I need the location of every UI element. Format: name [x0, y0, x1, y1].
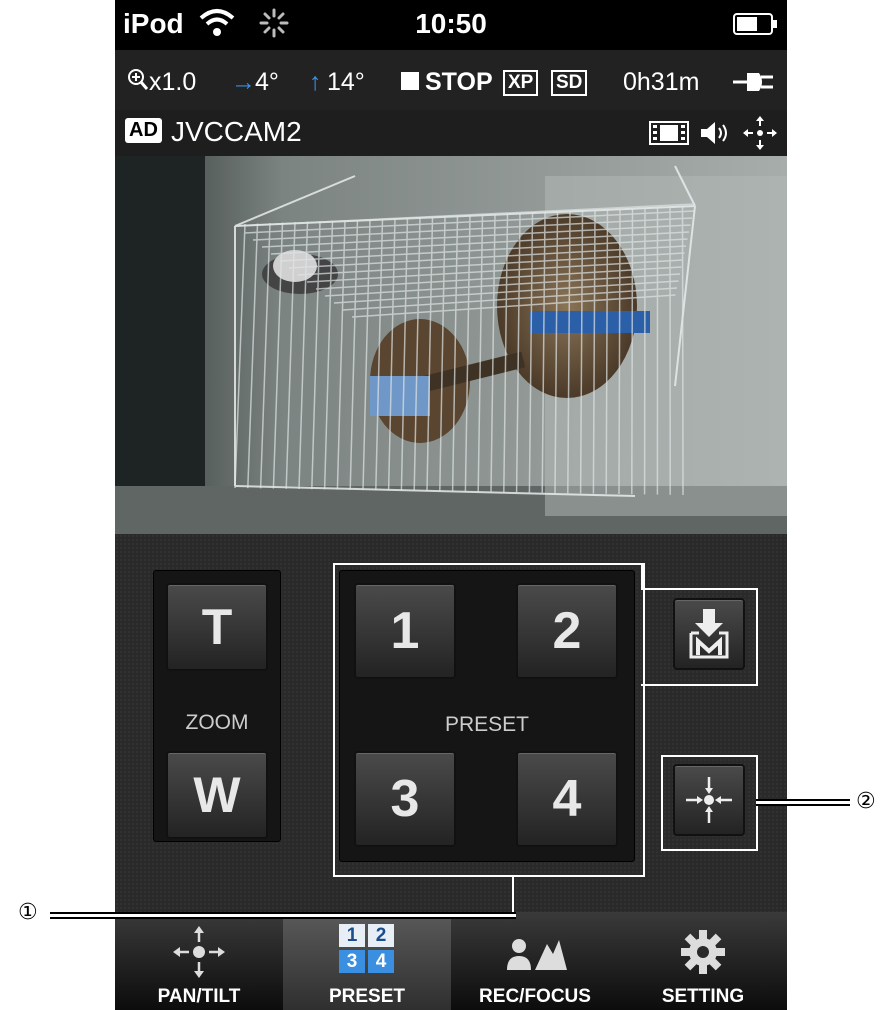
outline-connector	[641, 563, 643, 590]
pan-value: 4°	[255, 68, 279, 96]
tilt-arrow-icon: ↑	[309, 68, 322, 96]
speaker-icon[interactable]	[699, 120, 733, 151]
camera-info-bar: x1.0 → 4° ↑ 14° STOP XP SD 0h31m	[115, 50, 787, 110]
ac-power-icon	[733, 70, 777, 101]
zoom-panel: T ZOOM W	[153, 570, 281, 842]
camera-video-feed[interactable]	[115, 156, 787, 534]
pan-tilt-arrows-icon[interactable]	[743, 116, 777, 155]
preset-group-outline	[333, 563, 645, 877]
tilt-value: 14°	[327, 68, 365, 96]
tab-preset-label: PRESET	[328, 986, 406, 1007]
zoom-label: ZOOM	[185, 711, 249, 734]
preset-grid-icon: 1 2 3 4	[339, 924, 395, 974]
remaining-time: 0h31m	[623, 68, 700, 96]
xp-mode-badge: XP	[503, 70, 539, 96]
pan-arrow-icon: →	[231, 68, 256, 96]
home-button-outline	[661, 755, 758, 851]
pan-tilt-icon	[173, 926, 225, 978]
memory-button-outline	[641, 588, 758, 686]
callout-1-number: ①	[18, 900, 38, 925]
preset-grid-cell: 4	[368, 950, 394, 973]
tab-setting[interactable]: SETTING	[619, 912, 787, 1010]
zoom-wide-button[interactable]: W	[166, 751, 268, 839]
video-frame	[115, 156, 787, 534]
callout-1-line	[50, 912, 516, 919]
tab-rec-focus[interactable]: REC/FOCUS	[451, 912, 619, 1010]
camera-name: JVCCAM2	[171, 116, 302, 147]
preset-grid-cell: 3	[339, 950, 365, 973]
clock: 10:50	[415, 8, 487, 39]
zoom-tele-button[interactable]: T	[166, 583, 268, 671]
status-bar: iPod 10:50	[115, 0, 787, 50]
callout-1-riser	[512, 877, 514, 913]
battery-icon	[733, 12, 779, 41]
tab-pan-tilt-label: PAN/TILT	[157, 986, 241, 1007]
rec-focus-icon	[507, 939, 567, 970]
preset-grid-cell: 2	[368, 924, 394, 947]
camera-title-row: AD JVCCAM2	[115, 110, 787, 156]
zoom-magnifier-icon	[127, 68, 149, 99]
tab-preset[interactable]: 1 2 3 4 PRESET	[283, 912, 451, 1010]
stop-square-icon	[401, 72, 419, 90]
preset-grid-cell: 1	[339, 924, 365, 947]
gear-icon	[681, 930, 725, 974]
ad-badge: AD	[125, 118, 162, 143]
outline-top-edge	[333, 563, 641, 565]
tab-pan-tilt[interactable]: PAN/TILT	[115, 912, 283, 1010]
sd-mode-badge: SD	[551, 70, 588, 96]
callout-2-line	[756, 799, 850, 806]
callout-2-number: ②	[856, 789, 876, 814]
zoom-value: x1.0	[149, 68, 197, 96]
film-icon[interactable]	[649, 120, 689, 151]
tab-rec-focus-label: REC/FOCUS	[479, 986, 591, 1007]
tab-setting-label: SETTING	[661, 986, 745, 1007]
tab-bar: PAN/TILT 1 2 3 4 PRESET REC/FOCUS SETTIN…	[115, 912, 787, 1010]
rec-state: STOP	[425, 68, 493, 96]
